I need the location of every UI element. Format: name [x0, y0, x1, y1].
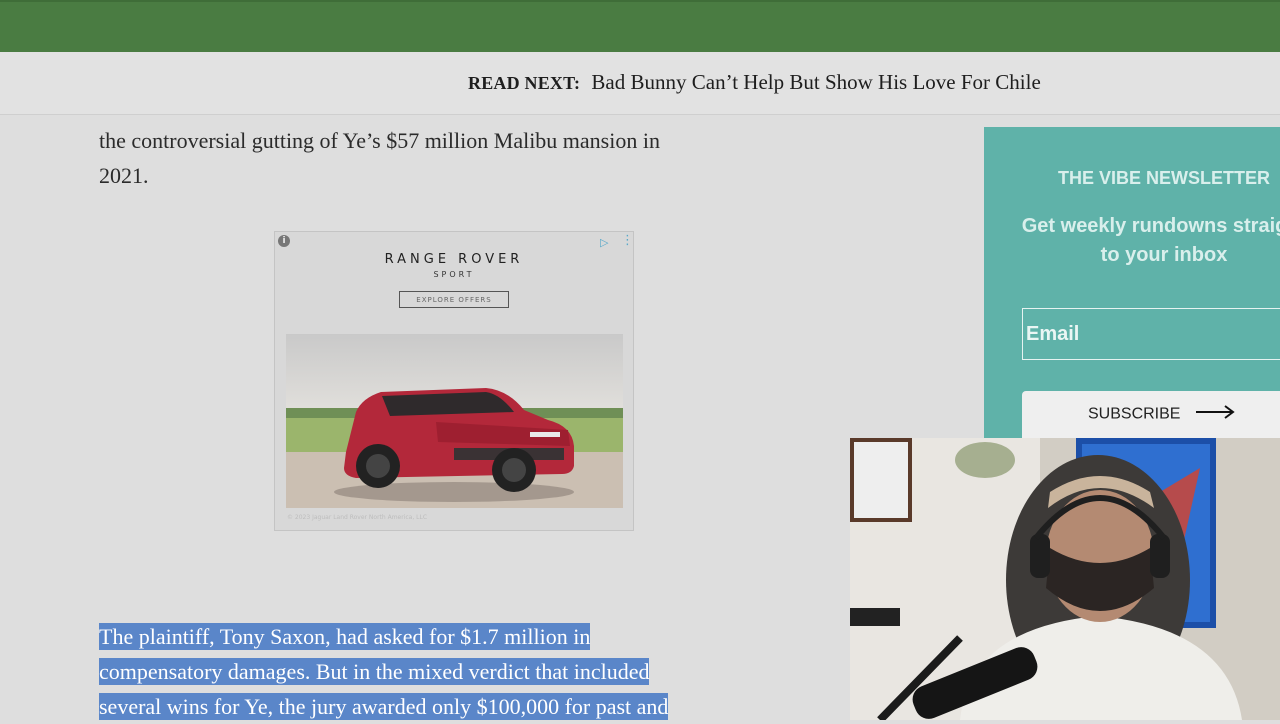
- article-line: 2021.: [99, 163, 149, 188]
- newsletter-description: Get weekly rundowns straight to your inb…: [1021, 215, 1280, 266]
- read-next-label: READ NEXT:: [468, 73, 581, 93]
- read-next-headline[interactable]: Bad Bunny Can’t Help But Show His Love F…: [591, 70, 1040, 94]
- ad-car-image[interactable]: [286, 334, 623, 508]
- read-next-link[interactable]: READ NEXT: Bad Bunny Can’t Help But Show…: [468, 70, 1041, 95]
- article-paragraph: the controversial gutting of Ye’s $57 mi…: [99, 123, 799, 193]
- article-line: the controversial gutting of Ye’s $57 mi…: [99, 128, 660, 153]
- subscribe-label: SUBSCRIBE: [1088, 405, 1181, 423]
- advertisement[interactable]: i ▷ ⋮ RANGE ROVER SPORT EXPLORE OFFERS ©…: [274, 231, 634, 531]
- email-field[interactable]: [1022, 308, 1280, 360]
- subscribe-button[interactable]: SUBSCRIBE: [1022, 391, 1280, 438]
- site-header-bar: [0, 0, 1280, 52]
- ad-brand: RANGE ROVER: [384, 252, 524, 267]
- ad-fine-print: © 2023 Jaguar Land Rover North America, …: [287, 514, 428, 521]
- newsletter-signup: THE VIBE NEWSLETTER Get weekly rundowns …: [984, 127, 1280, 438]
- info-icon[interactable]: i: [278, 235, 290, 247]
- selected-line: several wins for Ye, the jury awarded on…: [99, 693, 669, 720]
- selected-line: compensatory damages. But in the mixed v…: [99, 658, 650, 685]
- selected-paragraph: The plaintiff, Tony Saxon, had asked for…: [99, 619, 799, 724]
- ad-model: SPORT: [433, 270, 475, 279]
- selected-line: The plaintiff, Tony Saxon, had asked for…: [99, 623, 591, 650]
- adchoices-icon[interactable]: ▷: [600, 236, 608, 249]
- read-next-bar[interactable]: READ NEXT: Bad Bunny Can’t Help But Show…: [0, 52, 1280, 115]
- arrow-right-icon: [1195, 405, 1235, 424]
- newsletter-title: THE VIBE NEWSLETTER: [1057, 168, 1270, 188]
- webcam-overlay: [850, 438, 1280, 720]
- more-options-icon[interactable]: ⋮: [621, 233, 634, 248]
- explore-offers-button[interactable]: EXPLORE OFFERS: [399, 291, 509, 308]
